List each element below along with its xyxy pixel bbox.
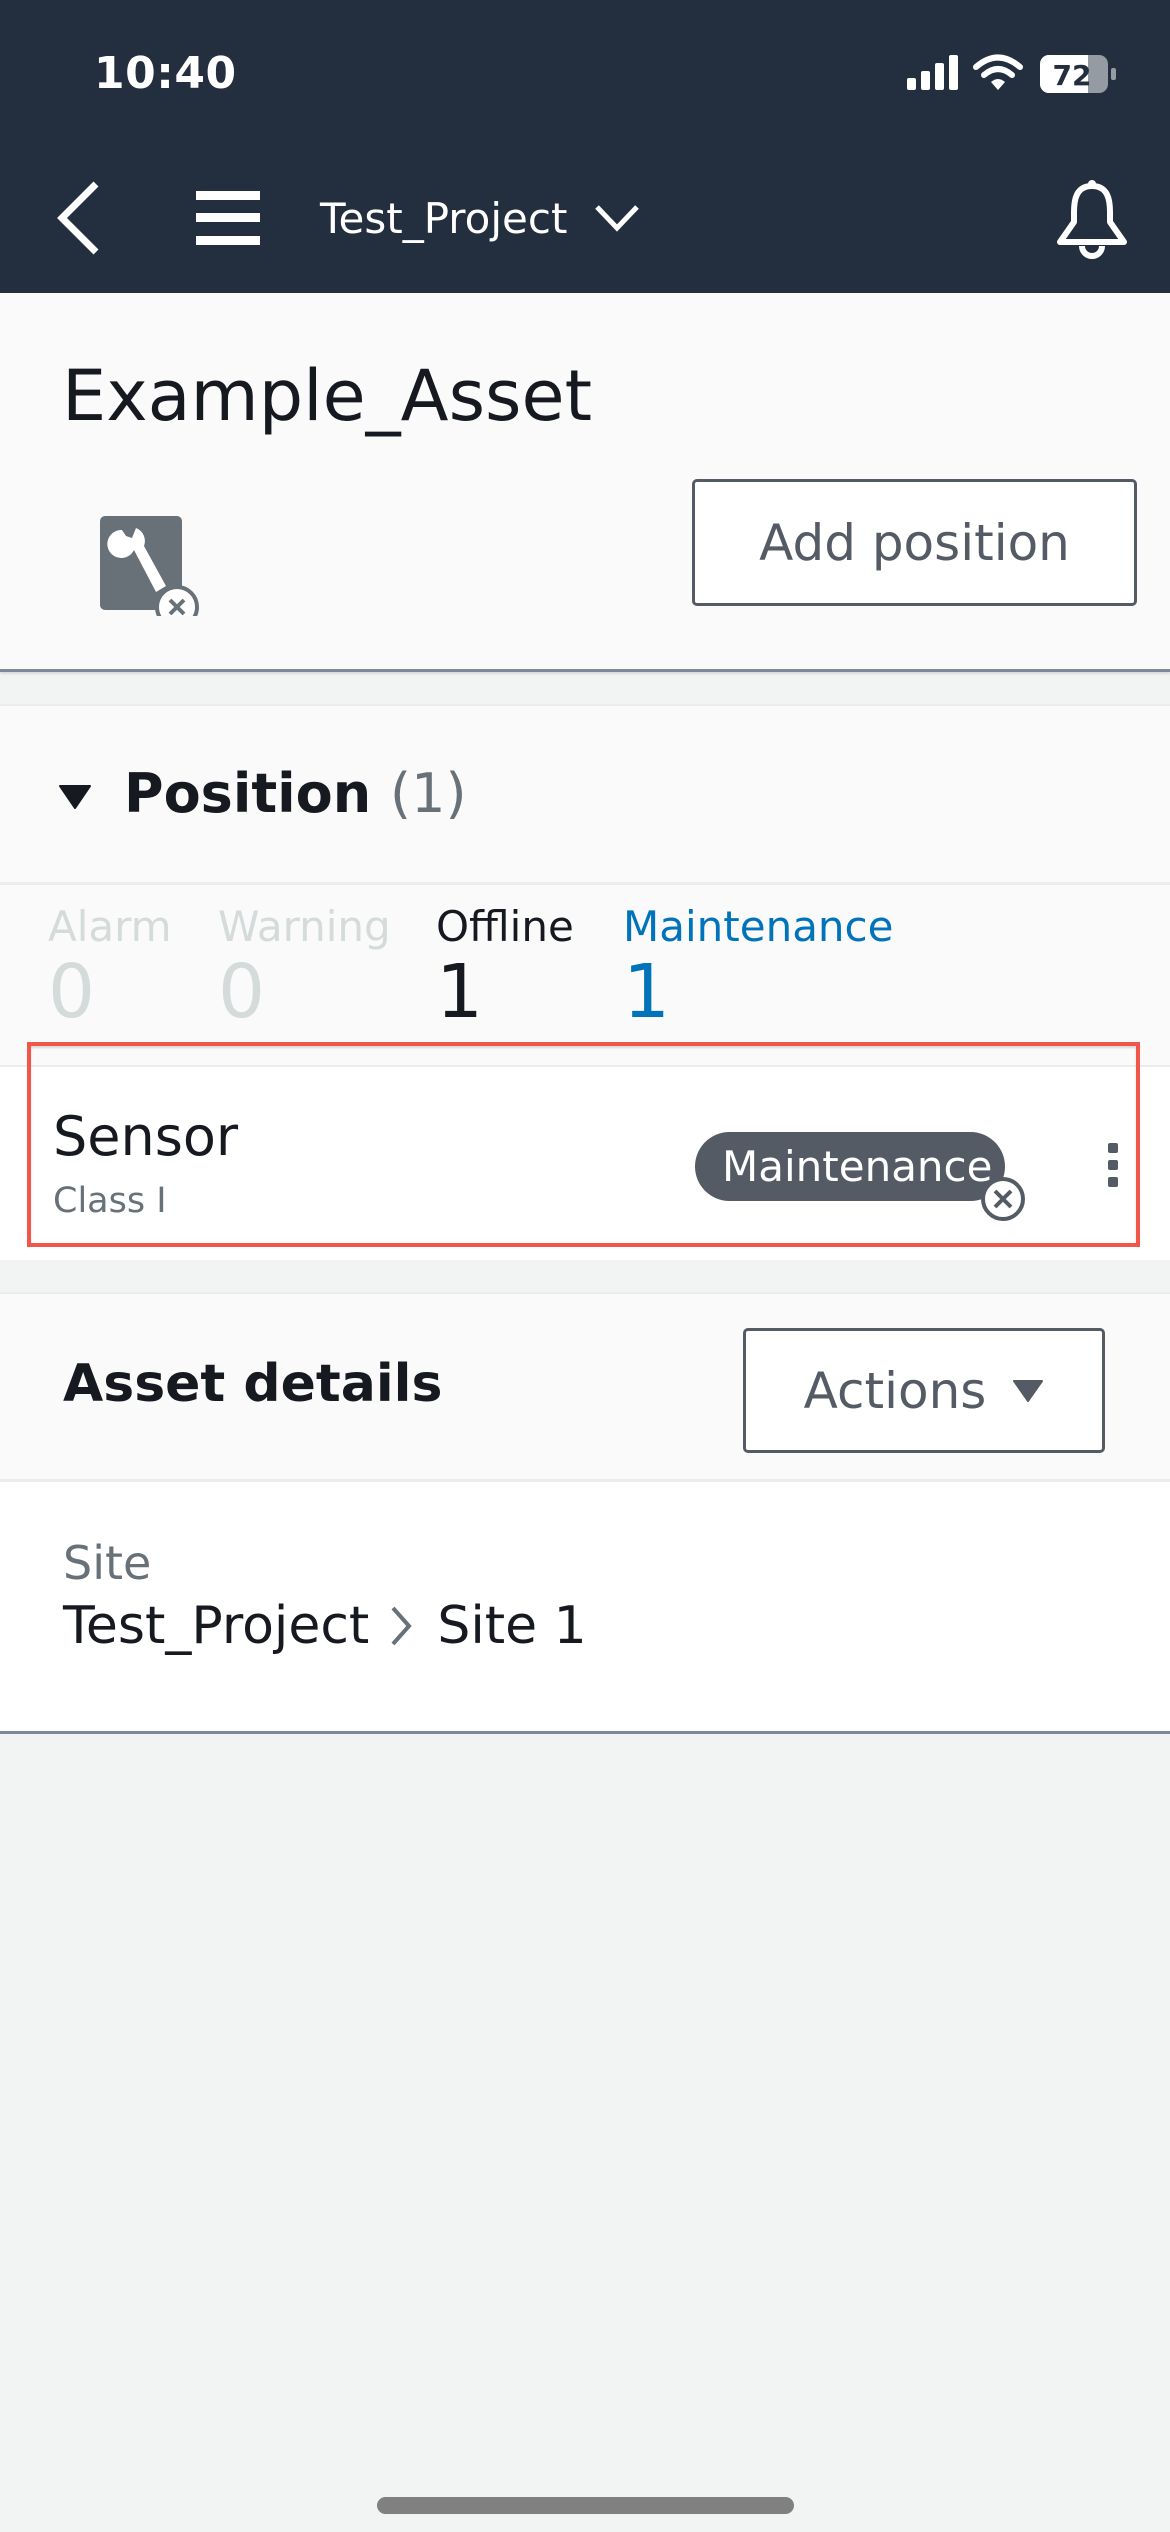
- back-button[interactable]: [50, 176, 106, 260]
- battery-level: 72: [1053, 59, 1092, 92]
- kebab-dot: [1108, 1143, 1118, 1153]
- kebab-dot: [1108, 1160, 1118, 1170]
- position-list-item[interactable]: Sensor Class I Maintenance: [0, 1065, 1170, 1260]
- position-class: Class I: [53, 1181, 167, 1221]
- notifications-bell-icon[interactable]: [1050, 176, 1134, 260]
- asset-header-section: Example_Asset Add position: [0, 293, 1170, 672]
- close-circle-icon: [981, 1177, 1025, 1221]
- site-breadcrumb: Test_Project Site 1: [63, 1596, 587, 1656]
- stat-alarm[interactable]: Alarm 0: [48, 902, 172, 1029]
- stat-value: 0: [48, 949, 96, 1035]
- asset-details-section: Asset details Actions Site Test_Project …: [0, 1292, 1170, 1734]
- chevron-down-icon: [595, 205, 640, 232]
- stat-label: Alarm: [48, 902, 172, 951]
- position-title-text: Position: [124, 762, 372, 825]
- position-count: (1): [390, 762, 467, 825]
- project-selector[interactable]: Test_Project: [320, 186, 641, 250]
- position-name: Sensor: [53, 1105, 239, 1168]
- stat-maintenance[interactable]: Maintenance 1: [623, 902, 893, 1029]
- stat-label: Warning: [218, 902, 391, 951]
- position-section-title: Position (1): [124, 762, 467, 825]
- stat-label: Offline: [436, 902, 574, 951]
- status-time: 10:40: [94, 48, 237, 99]
- caret-down-icon: [59, 785, 91, 809]
- actions-dropdown-button[interactable]: Actions: [743, 1328, 1105, 1453]
- breadcrumb-site[interactable]: Site 1: [437, 1596, 586, 1656]
- breadcrumb-project[interactable]: Test_Project: [63, 1596, 369, 1656]
- status-badge: Maintenance: [695, 1132, 1005, 1201]
- project-name: Test_Project: [320, 193, 568, 243]
- wifi-icon: [973, 54, 1023, 90]
- stat-offline[interactable]: Offline 1: [436, 902, 574, 1029]
- asset-title: Example_Asset: [62, 355, 593, 437]
- wrench-maintenance-icon: [100, 516, 199, 616]
- asset-details-title: Asset details: [63, 1354, 443, 1414]
- position-section-toggle[interactable]: Position (1): [0, 706, 1170, 885]
- stat-label: Maintenance: [623, 902, 894, 951]
- app-header: 10:40 72 Test_Project: [0, 0, 1170, 293]
- more-options-button[interactable]: [1096, 1135, 1130, 1195]
- status-badge-label: Maintenance: [722, 1142, 993, 1191]
- actions-label: Actions: [803, 1361, 987, 1420]
- home-indicator[interactable]: [377, 2497, 794, 2514]
- kebab-dot: [1108, 1177, 1118, 1187]
- position-section: Position (1) Alarm 0 Warning 0 Offline 1…: [0, 704, 1170, 1260]
- site-label: Site: [63, 1536, 152, 1590]
- caret-down-icon: [1013, 1379, 1044, 1402]
- asset-details-header: Asset details Actions: [0, 1294, 1170, 1482]
- position-status-summary: Alarm 0 Warning 0 Offline 1 Maintenance …: [0, 888, 1170, 1045]
- stat-value: 1: [436, 949, 484, 1035]
- add-position-button[interactable]: Add position: [692, 479, 1137, 606]
- menu-button[interactable]: [190, 186, 266, 250]
- signal-icon: [907, 55, 958, 90]
- stat-value: 0: [218, 949, 266, 1035]
- stat-warning[interactable]: Warning 0: [218, 902, 391, 1029]
- battery-icon: 72: [1040, 55, 1116, 93]
- stat-value: 1: [623, 949, 671, 1035]
- chevron-right-icon: [391, 1606, 412, 1646]
